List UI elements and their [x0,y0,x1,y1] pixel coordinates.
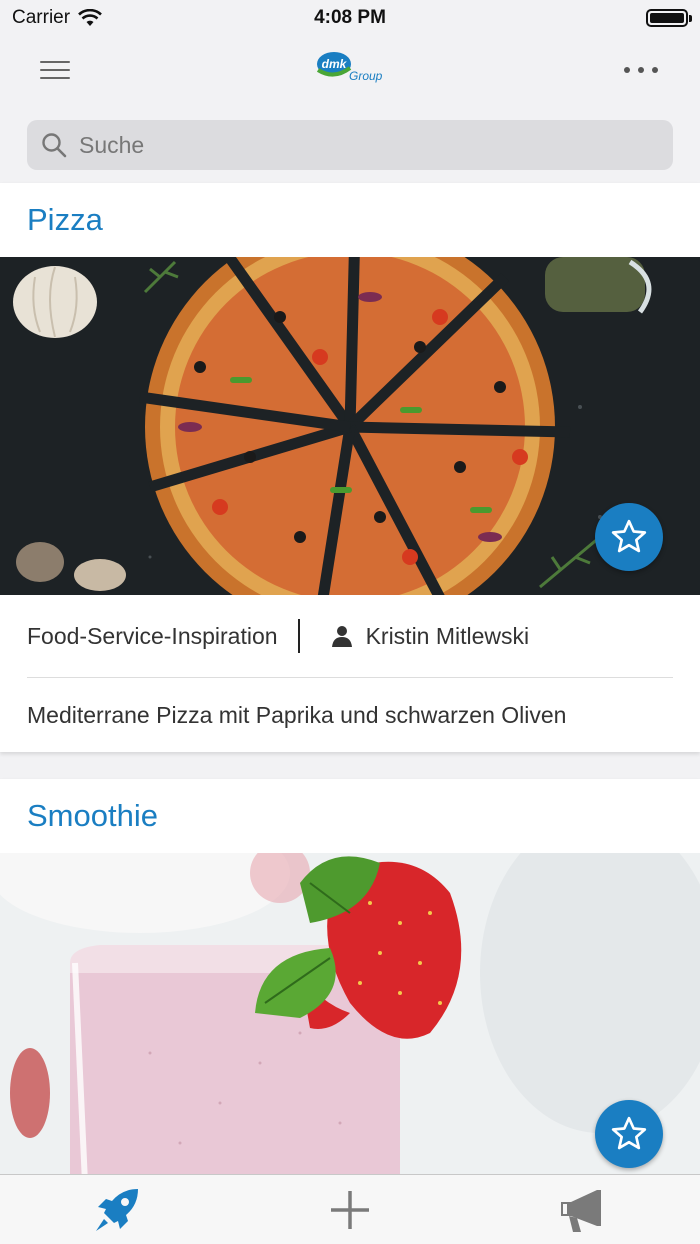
hamburger-icon-line [40,77,70,79]
menu-button[interactable] [38,58,72,82]
ellipsis-icon-dot [638,67,644,73]
tab-announcements[interactable] [548,1180,618,1240]
more-options-button[interactable] [624,67,658,73]
status-bar: Carrier 4:08 PM [0,0,700,36]
search-bar[interactable] [27,120,673,170]
hamburger-icon-line [40,61,70,63]
meta-separator [297,619,300,653]
tab-inspiration[interactable] [82,1180,152,1240]
hamburger-icon-line [40,69,70,71]
navigation-bar: dmk Group [0,36,700,104]
tab-add[interactable] [315,1180,385,1240]
recipe-card[interactable]: Pizza Food-Service-Inspiration Kristin M… [0,183,700,752]
battery-icon [646,9,692,27]
person-icon [331,626,352,647]
tab-bar [0,1174,700,1244]
favorite-button[interactable] [595,1100,663,1168]
status-time: 4:08 PM [314,7,386,28]
recipe-card[interactable]: Smoothie [0,779,700,1179]
status-left: Carrier [12,7,102,29]
pizza-photo[interactable] [0,257,700,595]
wifi-icon [78,9,102,26]
svg-text:dmk: dmk [322,57,348,71]
svg-text:Group: Group [349,69,383,83]
category-label[interactable]: Food-Service-Inspiration [27,623,278,650]
card-title[interactable]: Smoothie [0,779,700,853]
ellipsis-icon-dot [652,67,658,73]
logo-mark: dmk Group [316,52,383,83]
favorite-button[interactable] [595,503,663,571]
rocket-icon [95,1188,138,1231]
card-title[interactable]: Pizza [0,183,700,257]
ellipsis-icon-dot [624,67,630,73]
megaphone-icon [561,1189,602,1232]
card-meta: Food-Service-Inspiration Kristin Mitlews… [0,595,700,677]
search-input[interactable] [79,131,639,159]
plus-icon [330,1190,369,1229]
card-description: Mediterrane Pizza mit Paprika und schwar… [27,701,567,728]
author-name: Kristin Mitlewski [365,622,530,649]
search-icon [42,133,67,158]
dmk-group-logo: dmk Group [316,50,386,90]
star-outline-icon [611,519,647,553]
author-info[interactable]: Kristin Mitlewski [330,622,530,650]
star-outline-icon [611,1116,647,1150]
carrier-label: Carrier [12,7,71,28]
